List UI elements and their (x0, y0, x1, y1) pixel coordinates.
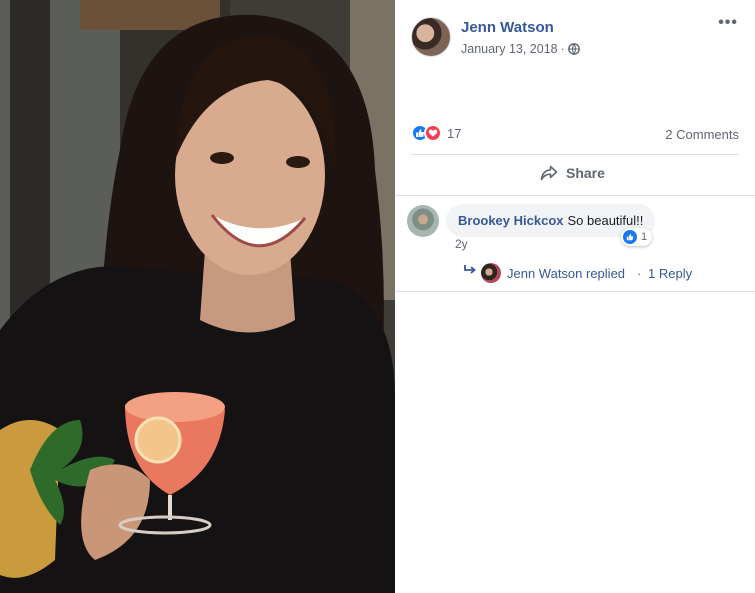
reactions-summary[interactable]: 17 (411, 123, 461, 143)
post-details-panel: Jenn Watson January 13, 2018 · ••• 17 2 C… (395, 0, 755, 593)
view-replies-link[interactable]: 1 Reply (648, 266, 692, 281)
comment-text: So beautiful!! (567, 213, 644, 228)
replier-link[interactable]: Jenn Watson replied (507, 266, 625, 281)
comments-count-link[interactable]: 2 Comments (665, 127, 739, 142)
divider (395, 291, 755, 292)
reply-arrow-icon (464, 265, 476, 274)
commenter-avatar[interactable] (407, 205, 439, 237)
share-label: Share (566, 165, 605, 181)
divider (395, 195, 755, 196)
commenter-name-link[interactable]: Brookey Hickcox (458, 213, 564, 228)
replier-avatar[interactable] (481, 263, 501, 283)
reply-separator: · (637, 266, 642, 281)
photo-illustration (0, 0, 395, 593)
globe-icon[interactable] (567, 43, 580, 55)
comment-reaction-count: 1 (641, 231, 648, 243)
love-reaction-icon (424, 124, 442, 142)
post-date-text[interactable]: January 13, 2018 (461, 42, 558, 56)
post-photo[interactable] (0, 0, 395, 593)
author-name-link[interactable]: Jenn Watson (461, 19, 554, 36)
post-timestamp[interactable]: January 13, 2018 · (461, 42, 580, 56)
comment-timestamp[interactable]: 2y (455, 237, 468, 251)
share-button[interactable]: Share (540, 165, 605, 181)
like-reaction-icon (623, 230, 637, 244)
comment-reaction-badge[interactable]: 1 (621, 228, 653, 246)
divider (411, 154, 739, 155)
more-options-icon[interactable]: ••• (718, 14, 738, 32)
reaction-count: 17 (447, 125, 462, 141)
author-avatar[interactable] (411, 17, 451, 57)
date-separator: · (560, 42, 565, 56)
share-arrow-icon (540, 165, 558, 181)
